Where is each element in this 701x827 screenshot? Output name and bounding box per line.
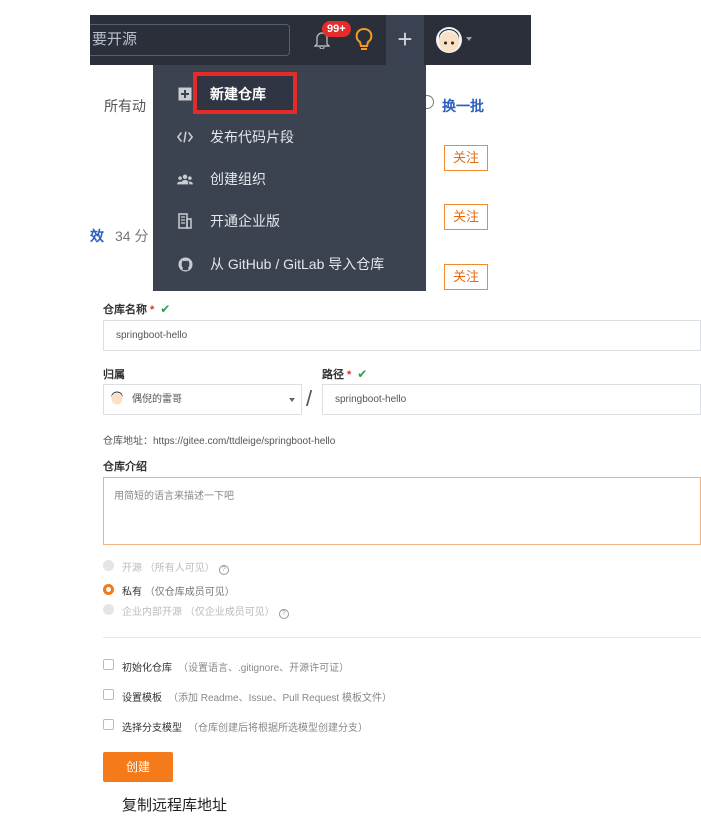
stats-text: 34 分: [115, 228, 149, 244]
checkbox-branch-model[interactable]: [103, 719, 114, 730]
menu-item-label: 发布代码片段: [210, 129, 294, 145]
path-label: 路径 * ✔: [322, 367, 368, 381]
repo-name-label: 仓库名称 * ✔: [103, 302, 171, 316]
group-icon: [177, 171, 193, 187]
follow-button[interactable]: 关注: [444, 264, 488, 290]
stats-prefix: 效: [90, 228, 104, 244]
checkbox-init-repo[interactable]: [103, 659, 114, 670]
check-icon: ✔: [160, 302, 171, 316]
search-input[interactable]: 要开源: [90, 24, 290, 56]
follow-button[interactable]: 关注: [444, 145, 488, 171]
top-navbar: 要开源 99+ +: [90, 15, 531, 65]
menu-item-label: 开通企业版: [210, 213, 280, 229]
intro-textarea[interactable]: 用简短的语言来描述一下吧: [103, 477, 701, 545]
activity-tab[interactable]: 所有动: [104, 96, 146, 116]
lightbulb-icon[interactable]: [355, 27, 373, 53]
radio-public-label: 开源 （所有人可见）?: [122, 559, 229, 575]
menu-item-import-repo[interactable]: 从 GitHub / GitLab 导入仓库: [153, 243, 426, 285]
plus-square-icon: [177, 86, 193, 102]
menu-item-new-repo[interactable]: 新建仓库: [153, 73, 426, 115]
owner-label: 归属: [103, 369, 125, 381]
refresh-link[interactable]: 换一批: [442, 96, 484, 116]
path-separator: /: [306, 386, 313, 411]
radio-private-label: 私有 （仅仓库成员可见）: [122, 587, 235, 598]
menu-item-label: 新建仓库: [210, 86, 266, 102]
github-icon: [177, 256, 193, 272]
chevron-down-icon[interactable]: [289, 398, 295, 402]
menu-item-label: 创建组织: [210, 171, 266, 187]
radio-private[interactable]: [103, 584, 114, 595]
owner-select[interactable]: 偶倪的雷哥: [103, 384, 302, 415]
divider: [103, 637, 701, 638]
radio-public[interactable]: [103, 560, 114, 571]
check-icon: ✔: [357, 367, 368, 381]
create-dropdown-menu: 新建仓库 发布代码片段 创建组织 开通企业版 从 GitHub / GitLab…: [153, 65, 426, 291]
help-icon[interactable]: ?: [278, 609, 289, 619]
menu-item-publish-snippet[interactable]: 发布代码片段: [153, 116, 426, 158]
chevron-down-icon[interactable]: [466, 37, 472, 41]
path-input[interactable]: springboot-hello: [322, 384, 701, 415]
checkbox-branch-model-label: 选择分支模型 （仓库创建后将根据所选模型创建分支）: [122, 723, 368, 734]
radio-enterprise-label: 企业内部开源 （仅企业成员可见）?: [122, 603, 289, 619]
repo-url-text: 仓库地址：https://gitee.com/ttdleige/springbo…: [103, 436, 336, 447]
radio-enterprise-internal[interactable]: [103, 604, 114, 615]
intro-label: 仓库介绍: [103, 461, 147, 473]
owner-avatar-icon: [111, 391, 123, 405]
menu-item-enterprise[interactable]: 开通企业版: [153, 200, 426, 242]
checkbox-template[interactable]: [103, 689, 114, 700]
notification-badge: 99+: [322, 21, 351, 37]
create-button[interactable]: 创建: [103, 752, 173, 782]
building-icon: [177, 213, 193, 229]
checkbox-init-repo-label: 初始化仓库 （设置语言、.gitignore、开源许可证）: [122, 663, 350, 674]
checkbox-template-label: 设置模板 （添加 Readme、Issue、Pull Request 模板文件）: [122, 693, 392, 704]
caption-text: 复制远程库地址: [122, 797, 228, 814]
user-avatar[interactable]: [436, 27, 462, 53]
menu-item-label: 从 GitHub / GitLab 导入仓库: [210, 256, 385, 272]
menu-item-create-org[interactable]: 创建组织: [153, 158, 426, 200]
avatar-face-icon: [439, 29, 459, 52]
repo-name-input[interactable]: springboot-hello: [103, 320, 701, 351]
help-icon[interactable]: ?: [218, 565, 229, 575]
follow-button[interactable]: 关注: [444, 204, 488, 230]
create-plus-button[interactable]: +: [386, 15, 424, 65]
code-icon: [177, 129, 193, 145]
owner-name: 偶倪的雷哥: [132, 394, 182, 405]
